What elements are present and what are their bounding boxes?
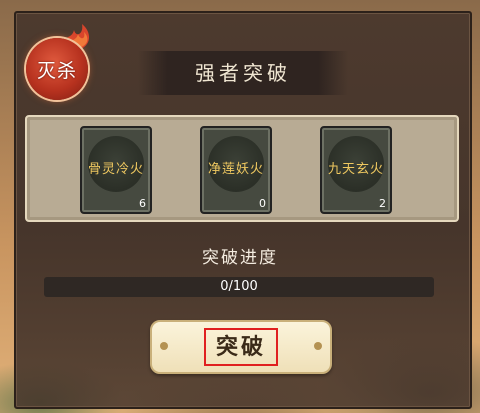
fire-slot-jing-lian[interactable]: 净莲妖火 0 — [200, 126, 272, 214]
page-title: 强者突破 — [195, 61, 291, 85]
breakthrough-button[interactable]: 突破 — [150, 320, 332, 374]
progress-bar: 0/100 — [44, 277, 434, 297]
slot-count: 2 — [379, 197, 386, 210]
breakthrough-button-label: 突破 — [204, 328, 278, 366]
progress-text: 0/100 — [220, 279, 258, 294]
fire-slot-jiu-tian[interactable]: 九天玄火 2 — [320, 126, 392, 214]
button-ornament-right — [314, 342, 322, 350]
slot-name: 骨灵冷火 — [87, 162, 144, 177]
progress-label: 突破进度 — [202, 248, 278, 268]
button-ornament-left — [160, 342, 168, 350]
emblem-label: 灭杀 — [36, 60, 77, 82]
slot-name: 净莲妖火 — [207, 162, 264, 177]
slot-name: 九天玄火 — [327, 162, 384, 177]
slot-count: 6 — [139, 197, 146, 210]
slot-count: 0 — [259, 197, 266, 210]
fire-slot-gu-ling[interactable]: 骨灵冷火 6 — [80, 126, 152, 214]
